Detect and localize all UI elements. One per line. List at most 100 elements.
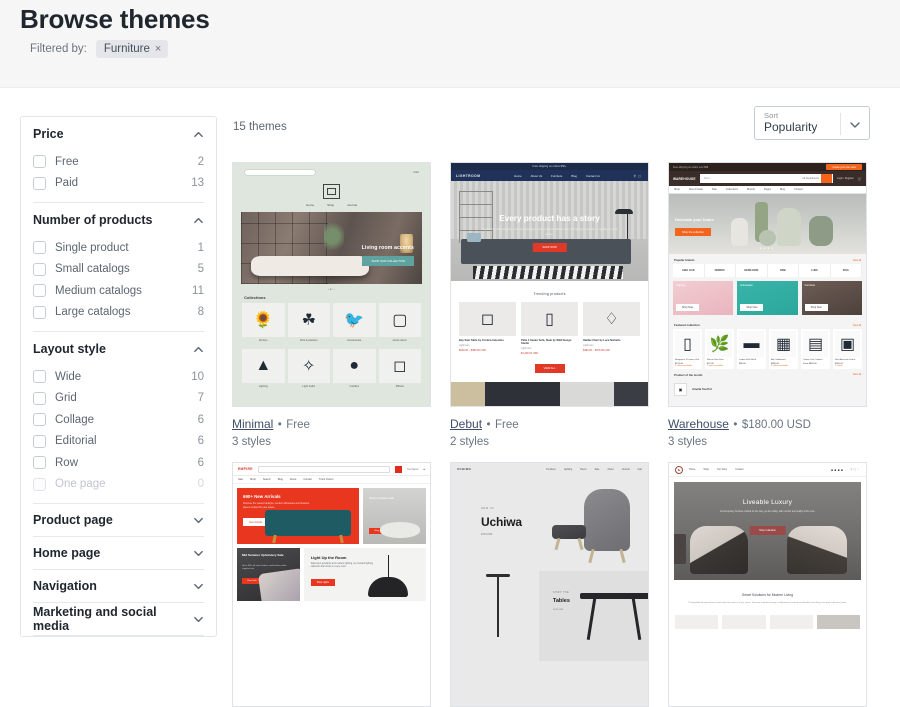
checkbox-icon[interactable] <box>33 241 46 255</box>
store-logo: UCHIWA <box>457 467 472 471</box>
checkbox-icon[interactable] <box>33 262 46 276</box>
section-subtitle: Thoughtfully designed pieces that make t… <box>688 602 847 604</box>
filter-item-label: Grid <box>55 392 77 405</box>
filter-group-layout-style: Layout style Wide 10 Grid 7 Collage 6 Ed… <box>21 332 216 503</box>
section-header: Popular brands View all <box>669 254 866 264</box>
chevron-up-icon[interactable] <box>193 344 204 355</box>
nav-item: Collections <box>725 188 738 191</box>
filter-item-single-product[interactable]: Single product 1 <box>33 237 204 259</box>
product-name: Bay Side Table by Cristina Celestino <box>459 339 504 342</box>
checkbox-icon[interactable] <box>33 434 46 448</box>
theme-name-link[interactable]: Debut <box>450 417 482 431</box>
filter-tag-furniture[interactable]: Furniture × <box>95 40 169 58</box>
product-image: ▯ <box>521 302 578 336</box>
filter-item-paid[interactable]: Paid 13 <box>33 173 204 195</box>
nav-item: Decor <box>580 467 587 471</box>
theme-thumbnail-5[interactable]: UCHIWA Furniture Lighting Decor Sale Abo… <box>450 462 649 707</box>
sort-select[interactable]: Sort Popularity <box>754 106 870 140</box>
filter-group-home-page[interactable]: Home page <box>21 537 216 569</box>
chevron-down-icon[interactable] <box>193 614 204 625</box>
hero-banner: 690+ New Arrivals Discover the newest de… <box>237 488 360 544</box>
theme-styles-count: 2 styles <box>450 436 489 448</box>
view-all-button: VIEW ALL <box>534 364 565 373</box>
filter-item-free[interactable]: Free 2 <box>33 151 204 173</box>
nav-item: Brands <box>747 188 755 191</box>
page-title: Browse themes <box>20 4 210 34</box>
brand-logo: ARIA LIVE <box>673 264 705 277</box>
hero-title: Decorate your home <box>675 217 714 222</box>
filter-item-count: 11 <box>192 284 204 297</box>
filter-item-medium-catalogs[interactable]: Medium catalogs 11 <box>33 280 204 302</box>
side-title: Shop Furniture Sale <box>369 496 395 500</box>
product-grid: ▯ Bridgeport 3 Drawer Unit $179.00 4 col… <box>673 329 862 369</box>
filter-group-title: Layout style <box>33 342 106 356</box>
chevron-down-icon[interactable] <box>193 581 204 592</box>
close-icon[interactable]: × <box>155 43 161 55</box>
theme-thumbnail-4[interactable]: EMPIRE Your Name ■ Sale Shop Search Blog… <box>232 462 431 707</box>
hero-title: Liveable Luxury <box>742 499 793 506</box>
product-name: Timber Oak Cabinet <box>803 359 823 361</box>
hero-button: Shop Collection <box>749 526 786 535</box>
filter-group-marketing-and-social-media[interactable]: Marketing and social media <box>21 603 216 635</box>
section-title: Product of the month <box>674 372 703 377</box>
chevron-up-icon[interactable] <box>193 215 204 226</box>
footer-strip <box>451 382 648 406</box>
checkbox-icon[interactable] <box>33 284 46 298</box>
checkbox-icon[interactable] <box>33 155 46 169</box>
theme-price: $180.00 USD <box>741 419 811 431</box>
filter-group-price-items: Free 2 Paid 13 <box>33 151 204 202</box>
banner-link: EXPLORE <box>552 609 564 611</box>
filter-group-price-header[interactable]: Price <box>33 117 204 151</box>
checkbox-icon[interactable] <box>33 456 46 470</box>
hero-title: Uchiwa <box>481 515 522 529</box>
chevron-down-icon[interactable] <box>193 548 204 559</box>
filter-group-number-of-products-header[interactable]: Number of products <box>33 203 204 237</box>
collection-button: Shop Now <box>740 304 764 311</box>
checkbox-icon[interactable] <box>33 391 46 405</box>
brand-row: ARIA LIVE NORDIC HEIRLOOM ORB LUMI KIVA <box>673 264 862 277</box>
nav-item: Blog <box>571 173 577 178</box>
filter-item-count: 0 <box>197 478 204 491</box>
search-icon <box>821 174 833 183</box>
theme-name-link[interactable]: Warehouse <box>668 417 729 431</box>
theme-thumbnail-minimal[interactable]: Cart Home Shop Journal Living room accen… <box>232 162 431 407</box>
filter-group-product-page[interactable]: Product page <box>21 504 216 536</box>
checkbox-icon[interactable] <box>33 176 46 190</box>
theme-name-link[interactable]: Minimal <box>232 417 273 431</box>
filter-item-grid[interactable]: Grid 7 <box>33 388 204 410</box>
theme-thumbnail-debut[interactable]: Free shipping on orders $50+ LIGHTROOM H… <box>450 162 649 407</box>
announcement-bar: Free shipping on orders over $99 Create … <box>669 163 866 171</box>
filter-item-small-catalogs[interactable]: Small catalogs 5 <box>33 259 204 281</box>
filter-group-layout-style-header[interactable]: Layout style <box>33 332 204 366</box>
filter-item-wide[interactable]: Wide 10 <box>33 366 204 388</box>
checkbox-icon[interactable] <box>33 370 46 384</box>
filter-group-layout-style-items: Wide 10 Grid 7 Collage 6 Editorial 6 Row… <box>33 366 204 503</box>
hero-subtitle: Contemporary furniture crafted for the w… <box>719 511 816 513</box>
theme-card-4: EMPIRE Your Name ■ Sale Shop Search Blog… <box>232 462 431 707</box>
brand-logo: HEIRLOOM <box>736 264 768 277</box>
filter-group-navigation[interactable]: Navigation <box>21 570 216 602</box>
filter-item-row[interactable]: Row 6 <box>33 452 204 474</box>
promo-banner-left: Mid Summer Upholstery Sale Up to 40% off… <box>237 548 300 601</box>
filter-item-editorial[interactable]: Editorial 6 <box>33 431 204 453</box>
filter-item-label: Small catalogs <box>55 263 130 276</box>
filter-item-label: Paid <box>55 177 79 190</box>
theme-thumbnail-warehouse[interactable]: Free shipping on orders over $99 Create … <box>668 162 867 407</box>
filter-item-large-catalogs[interactable]: Large catalogs 8 <box>33 302 204 324</box>
chevron-down-icon[interactable] <box>193 515 204 526</box>
view-all-link: View all <box>852 373 861 377</box>
nav-item: Pages <box>763 188 772 191</box>
filter-item-collage[interactable]: Collage 6 <box>33 409 204 431</box>
checkbox-icon[interactable] <box>33 413 46 427</box>
checkbox-icon[interactable] <box>33 305 46 319</box>
filter-item-count: 13 <box>191 177 204 190</box>
collection-title: Lighting <box>676 284 686 287</box>
theme-thumbnail-6[interactable]: ☯ Home Shop Our Story Contact ■■■■ ⚲▢○ L… <box>668 462 867 707</box>
promo-banner-right: Light Up the Room Statement pendants and… <box>303 548 426 601</box>
filter-group-title: Number of products <box>33 213 153 227</box>
product-label: 2 colors <box>835 364 843 367</box>
active-filters: Filtered by: Furniture × <box>30 40 169 58</box>
chevron-up-icon[interactable] <box>193 129 204 140</box>
hero-banner: NEW IN Uchiwa EXPLORE <box>451 475 648 571</box>
chevron-down-icon[interactable] <box>849 118 861 130</box>
